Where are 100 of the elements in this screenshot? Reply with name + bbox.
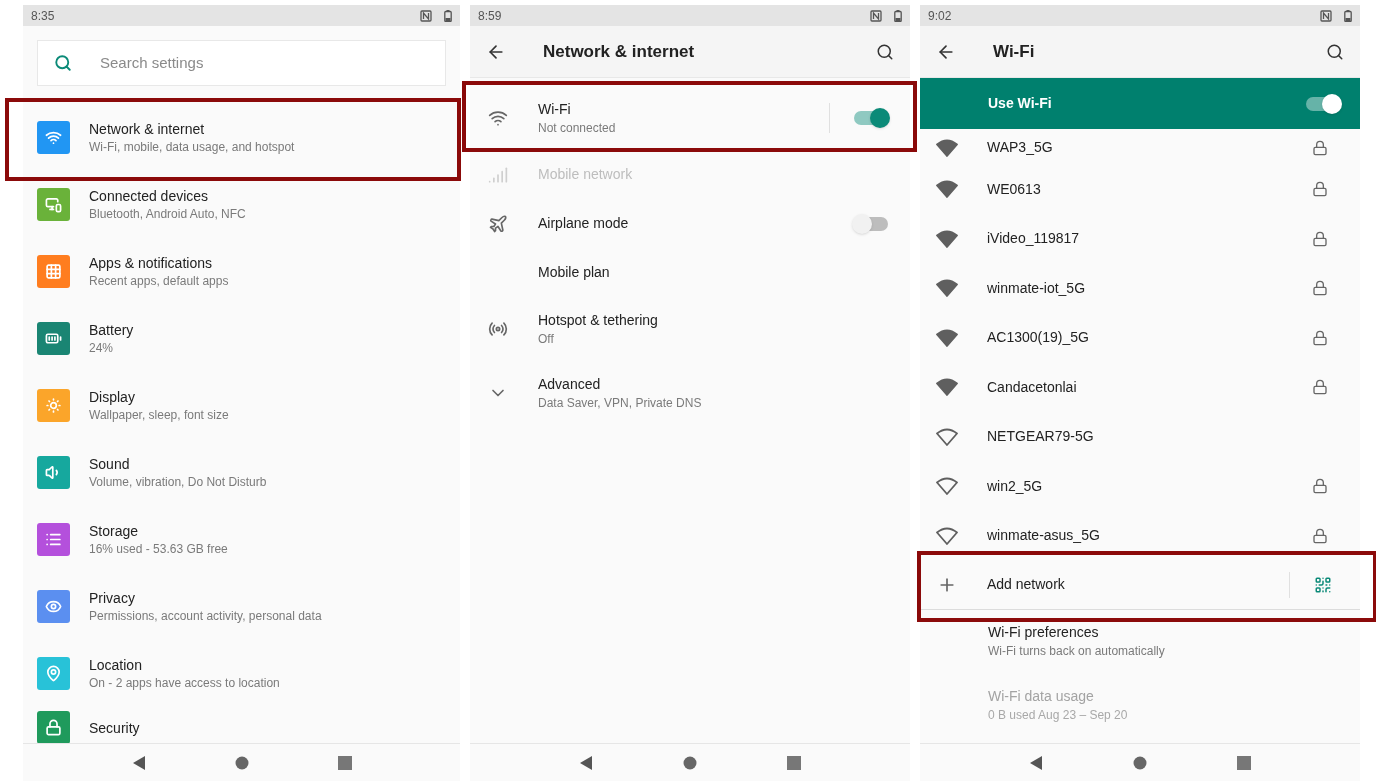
search-icon[interactable] bbox=[1326, 42, 1344, 61]
wifi-signal-icon bbox=[936, 477, 958, 496]
item-title: Mobile plan bbox=[538, 263, 611, 282]
status-time: 8:35 bbox=[31, 7, 55, 25]
item-title: Location bbox=[89, 655, 143, 674]
toggle-switch[interactable] bbox=[854, 216, 888, 231]
network-item[interactable]: NETGEAR79-5G bbox=[920, 412, 1360, 462]
search-icon bbox=[54, 54, 72, 72]
home-icon[interactable] bbox=[1133, 755, 1147, 770]
settings-item[interactable]: Security bbox=[23, 707, 460, 742]
network-name: WE0613 bbox=[987, 179, 1042, 199]
recents-icon[interactable] bbox=[787, 755, 801, 770]
item-title: Battery bbox=[89, 320, 134, 339]
battery-icon bbox=[894, 9, 902, 22]
item-title: Display bbox=[89, 387, 136, 406]
item-title: Privacy bbox=[89, 588, 136, 607]
network-item[interactable]: WE0613 bbox=[920, 164, 1360, 214]
settings-item[interactable]: Airplane mode bbox=[470, 199, 910, 248]
item-subtitle: Recent apps, default apps bbox=[89, 272, 229, 290]
add-network-item[interactable]: Add network bbox=[920, 560, 1360, 610]
network-item[interactable]: winmate-asus_5G bbox=[920, 511, 1360, 561]
item-title: Wi-Fi preferences bbox=[988, 623, 1100, 642]
item-title: Security bbox=[89, 718, 140, 737]
settings-item[interactable]: Wi-Fi preferences Wi-Fi turns back on automatically bbox=[920, 609, 1360, 674]
network-item[interactable]: AC1300(19)_5G bbox=[920, 313, 1360, 363]
network-name: win2_5G bbox=[987, 476, 1044, 496]
recents-icon[interactable] bbox=[337, 755, 352, 770]
item-subtitle: On - 2 apps have access to location bbox=[89, 674, 280, 692]
settings-item[interactable]: Storage 16% used - 53.63 GB free bbox=[23, 506, 460, 573]
toggle-switch[interactable] bbox=[1306, 96, 1340, 111]
network-item[interactable]: win2_5G bbox=[920, 461, 1360, 511]
item-subtitle: Bluetooth, Android Auto, NFC bbox=[89, 205, 246, 223]
back-icon[interactable] bbox=[579, 754, 593, 771]
search-input[interactable]: Search settings bbox=[100, 51, 429, 75]
home-icon[interactable] bbox=[234, 755, 249, 770]
wifi-signal-icon bbox=[936, 279, 958, 298]
item-title: Airplane mode bbox=[538, 214, 630, 233]
settings-item[interactable]: Battery 24% bbox=[23, 305, 460, 372]
network-item[interactable]: winmate-iot_5G bbox=[920, 263, 1360, 313]
network-item[interactable]: WAP3_5G bbox=[920, 129, 1360, 165]
add-network-label: Add network bbox=[987, 575, 1066, 594]
nfc-icon bbox=[1320, 9, 1332, 22]
back-icon[interactable] bbox=[1029, 754, 1043, 771]
item-subtitle: Permissions, account activity, personal data bbox=[89, 607, 322, 625]
wifi-signal-icon bbox=[936, 378, 958, 397]
airplane-icon bbox=[488, 213, 508, 234]
back-icon[interactable] bbox=[131, 754, 146, 771]
settings-item[interactable]: Location On - 2 apps have access to location bbox=[23, 640, 460, 707]
network-item[interactable]: iVideo_119817 bbox=[920, 214, 1360, 264]
settings-item[interactable]: Mobile plan bbox=[470, 248, 910, 297]
search-icon[interactable] bbox=[876, 42, 894, 61]
item-subtitle: Volume, vibration, Do Not Disturb bbox=[89, 473, 267, 491]
toggle-switch[interactable] bbox=[854, 111, 888, 125]
item-subtitle: Data Saver, VPN, Private DNS bbox=[538, 394, 703, 412]
search-field[interactable]: Search settings bbox=[37, 40, 446, 86]
network-item[interactable]: Candacetonlai bbox=[920, 362, 1360, 412]
battery-icon bbox=[1344, 9, 1352, 22]
network-name: winmate-asus_5G bbox=[987, 526, 1101, 546]
wifi-signal-icon bbox=[936, 427, 958, 446]
item-title: Sound bbox=[89, 454, 131, 473]
item-title: Mobile network bbox=[538, 165, 634, 184]
network-name: NETGEAR79-5G bbox=[987, 427, 1095, 447]
wifi-signal-icon bbox=[936, 526, 958, 545]
item-subtitle: Not connected bbox=[538, 119, 617, 137]
settings-item[interactable]: Wi-Fi Not connected bbox=[470, 86, 910, 150]
nfc-icon bbox=[870, 9, 882, 22]
network-name: Candacetonlai bbox=[987, 377, 1078, 397]
settings-item[interactable]: Advanced Data Saver, VPN, Private DNS bbox=[470, 361, 910, 425]
settings-item[interactable]: Hotspot & tethering Off bbox=[470, 297, 910, 361]
item-title: Advanced bbox=[538, 374, 602, 394]
item-subtitle: 0 B used Aug 23 – Sep 20 bbox=[988, 707, 1129, 724]
qr-code-icon[interactable] bbox=[1314, 575, 1332, 594]
home-icon[interactable] bbox=[683, 755, 697, 770]
item-title: Wi-Fi bbox=[538, 99, 572, 119]
use-wifi-bar[interactable]: Use Wi-Fi bbox=[920, 78, 1360, 129]
item-title: Hotspot & tethering bbox=[538, 310, 659, 330]
settings-item[interactable]: Connected devices Bluetooth, Android Auto, NFC bbox=[23, 171, 460, 238]
screen-title: Wi-Fi bbox=[993, 40, 1036, 63]
item-subtitle: Wallpaper, sleep, font size bbox=[89, 406, 229, 424]
network-name: WAP3_5G bbox=[987, 138, 1054, 158]
item-subtitle: Off bbox=[538, 330, 555, 348]
settings-item[interactable]: Sound Volume, vibration, Do Not Disturb bbox=[23, 439, 460, 506]
wifi-signal-icon bbox=[936, 138, 958, 157]
item-title: Storage bbox=[89, 521, 140, 540]
network-name: iVideo_119817 bbox=[987, 229, 1081, 249]
settings-item[interactable]: Display Wallpaper, sleep, font size bbox=[23, 372, 460, 439]
settings-item[interactable]: Apps & notifications Recent apps, default apps bbox=[23, 238, 460, 305]
item-subtitle: 16% used - 53.63 GB free bbox=[89, 540, 228, 558]
status-time: 8:59 bbox=[478, 7, 502, 25]
item-title: Network & internet bbox=[89, 119, 206, 138]
settings-item[interactable]: Privacy Permissions, account activity, personal data bbox=[23, 573, 460, 640]
settings-item[interactable]: Network & internet Wi-Fi, mobile, data usage, and hotspot bbox=[23, 104, 460, 171]
item-subtitle: Wi-Fi, mobile, data usage, and hotspot bbox=[89, 138, 295, 156]
use-wifi-label: Use Wi-Fi bbox=[988, 94, 1053, 113]
wifi-signal-icon bbox=[936, 328, 958, 347]
wifi-signal-icon bbox=[936, 229, 958, 248]
status-time: 9:02 bbox=[928, 7, 952, 25]
recents-icon[interactable] bbox=[1237, 755, 1251, 770]
network-name: winmate-iot_5G bbox=[987, 278, 1087, 298]
screen-title: Network & internet bbox=[543, 40, 696, 63]
